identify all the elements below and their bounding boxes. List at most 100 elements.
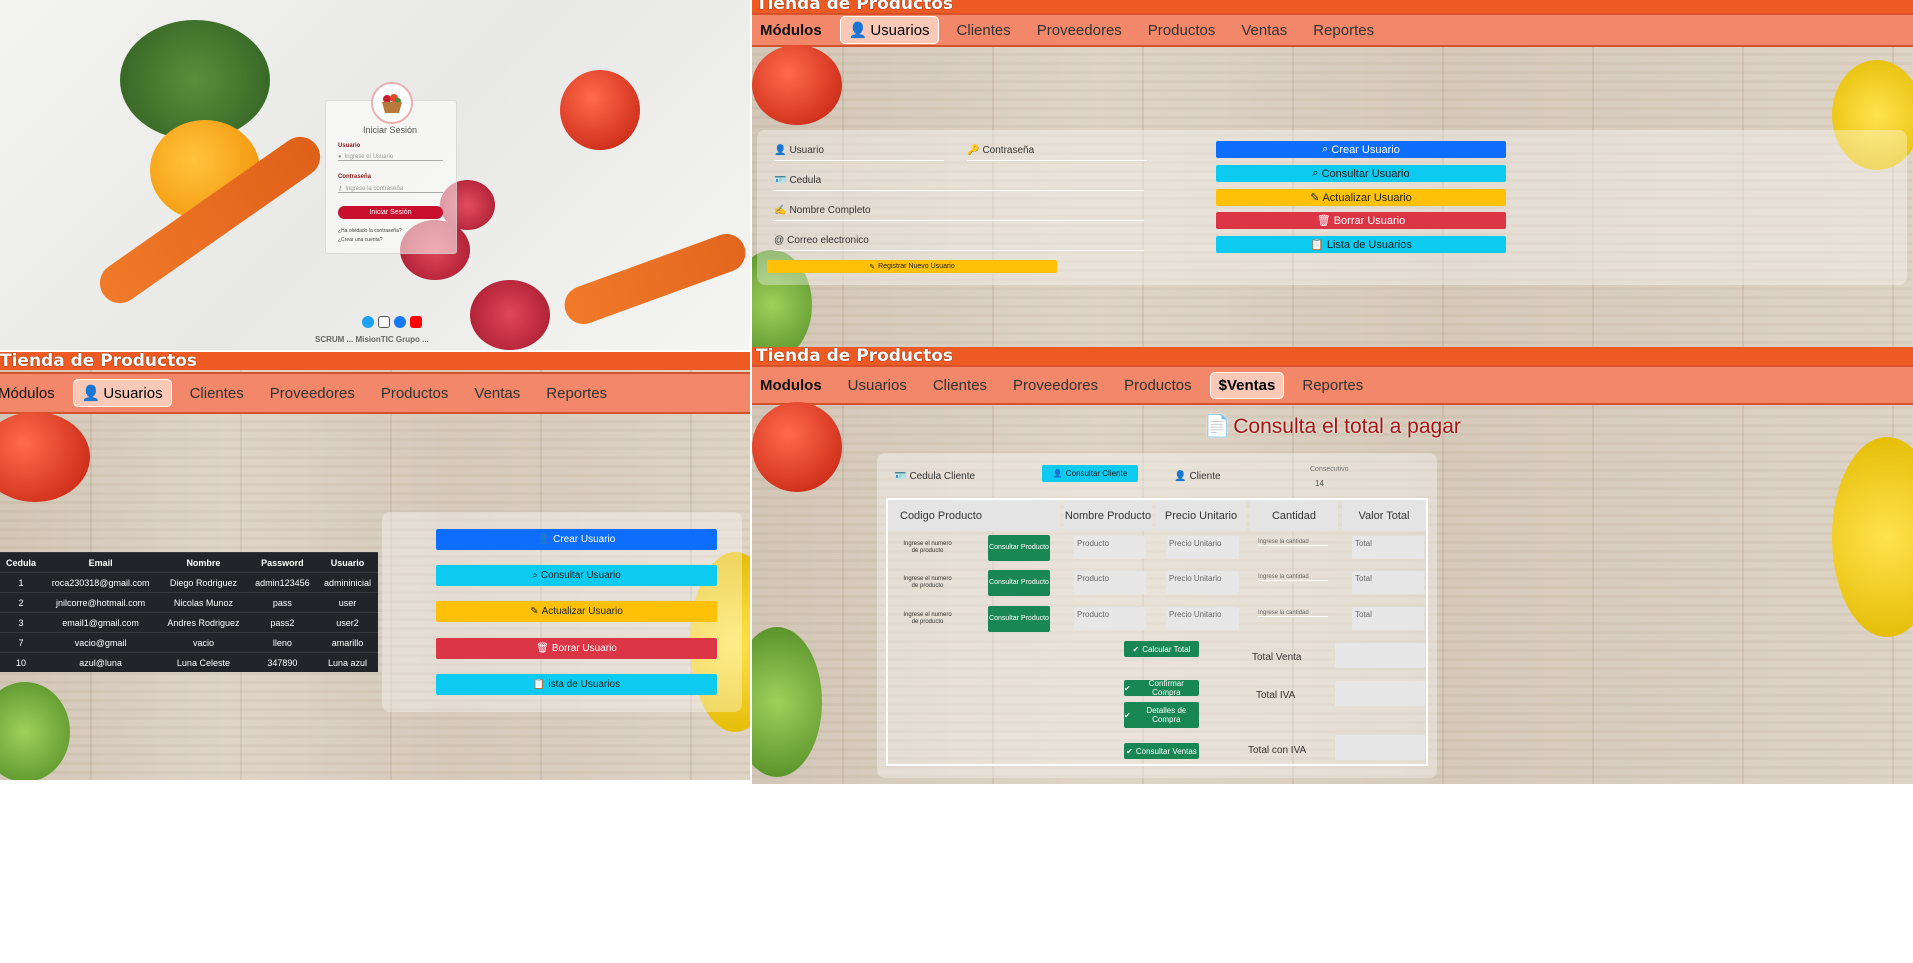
usuario-underline [774, 160, 944, 161]
nav-usuarios[interactable]: Usuarios [840, 373, 915, 398]
at-icon: @ [774, 235, 785, 246]
instagram-icon[interactable] [378, 316, 390, 328]
nav-reportes[interactable]: Reportes [538, 381, 615, 406]
crear-usuario-button[interactable]: 👤 Crear Usuario [436, 529, 717, 550]
lista-usuarios-button[interactable]: 📋 Lista de Usuarios [1216, 236, 1506, 253]
nav-productos[interactable]: Productos [373, 381, 457, 406]
edit-icon: ✎ [530, 606, 539, 617]
login-pass-input[interactable]: ⚷ Ingrese la contraseña [338, 185, 443, 193]
consultar-producto-button[interactable]: Consultar Producto [988, 606, 1050, 632]
cedula-cliente-field[interactable]: 🪪 Cedula Cliente [894, 471, 975, 482]
crear-usuario-button[interactable]: ⌕ Crear Usuario [1216, 141, 1506, 158]
usuario-field[interactable]: 👤 Usuario [774, 145, 824, 156]
table-cell: admin123456 [247, 572, 318, 593]
codigo-input[interactable]: Ingrese el numero de producto [900, 612, 955, 626]
user-icon: 👤 [1052, 469, 1063, 478]
nav-reportes[interactable]: Reportes [1294, 373, 1371, 398]
calcular-total-button[interactable]: ✔ Calcular Total [1124, 641, 1199, 657]
codigo-input[interactable]: Ingrese el numero de producto [900, 576, 955, 590]
twitter-icon[interactable] [362, 316, 374, 328]
login-user-input[interactable]: ● Ingrese el Usuario [338, 154, 443, 161]
confirmar-compra-button[interactable]: ✔ Confirmar Compra [1124, 679, 1199, 697]
login-screen: Iniciar Sesión Usuario ● Ingrese el Usuar… [0, 0, 750, 350]
cantidad-input[interactable]: Ingrese la cantidad [1258, 610, 1328, 617]
cedula-field[interactable]: 🪪 Cedula [774, 175, 821, 186]
total-field[interactable]: Total [1352, 571, 1424, 594]
actualizar-usuario-button[interactable]: ✎ Actualizar Usuario [436, 601, 717, 622]
nav-proveedores[interactable]: Proveedores [262, 381, 363, 406]
table-cell: Nicolas Munoz [159, 592, 248, 613]
codigo-input[interactable]: Ingrese el numero de producto [900, 541, 955, 555]
contrasena-field[interactable]: 🔑 Contraseña [967, 145, 1034, 156]
borrar-usuario-button[interactable]: 🗑 Borrar Usuario [1216, 212, 1506, 229]
nav-usuarios[interactable]: 👤 Usuarios [839, 16, 939, 44]
registrar-usuario-button[interactable]: ✎ Registrar Nuevo Usuario [767, 260, 1057, 273]
nav-ventas[interactable]: Ventas [466, 381, 528, 406]
forgot-password-link[interactable]: ¿Ha olvidado la contraseña? [338, 228, 402, 234]
consultar-usuario-button[interactable]: ⌕ Consultar Usuario [436, 565, 717, 586]
precio-field[interactable]: Precio Unitario [1166, 607, 1239, 630]
col-header: Codigo Producto [888, 500, 1060, 531]
confirmar-compra-label: Confirmar Compra [1148, 679, 1184, 697]
nav-clientes[interactable]: Clientes [949, 18, 1019, 43]
consultar-ventas-button[interactable]: ✔ Consultar Ventas [1124, 743, 1199, 759]
borrar-usuario-button[interactable]: 🗑 Borrar Usuario [436, 638, 717, 659]
nombre-field[interactable]: ✍ Nombre Completo [774, 205, 871, 216]
consultar-ventas-label: Consultar Ventas [1135, 746, 1197, 756]
total-field[interactable]: Total [1352, 607, 1424, 630]
detalles-compra-button[interactable]: ✔ Detalles de Compra [1124, 702, 1199, 728]
create-account-link[interactable]: ¿Crear una cuenta? [338, 237, 382, 243]
nav-brand[interactable]: Módulos [752, 18, 830, 43]
login-pass-placeholder: Ingrese la contraseña [345, 186, 404, 192]
total-field[interactable]: Total [1352, 536, 1424, 559]
nav-clientes[interactable]: Clientes [182, 381, 252, 406]
producto-field[interactable]: Producto [1074, 571, 1146, 594]
nav-ventas[interactable]: Ventas [1233, 18, 1295, 43]
user-icon: ● [338, 154, 342, 160]
search-icon: ⌕ [1312, 167, 1319, 179]
login-submit-button[interactable]: Iniciar Sesión [338, 206, 443, 219]
nav-clientes[interactable]: Clientes [925, 373, 995, 398]
facebook-icon[interactable] [394, 316, 406, 328]
total-venta-field[interactable] [1335, 643, 1425, 668]
nav-proveedores[interactable]: Proveedores [1029, 18, 1130, 43]
nav-usuarios[interactable]: 👤 Usuarios [72, 379, 172, 407]
nav-reportes[interactable]: Reportes [1305, 18, 1382, 43]
id-card-icon: 🪪 [894, 471, 907, 482]
nav-proveedores[interactable]: Proveedores [1005, 373, 1106, 398]
table-cell: Luna Celeste [159, 652, 248, 672]
table-cell: Andres Rodriguez [159, 612, 248, 633]
nav-brand[interactable]: Módulos [0, 381, 63, 406]
total-iva-field[interactable] [1335, 681, 1425, 706]
cliente-field[interactable]: 👤 Cliente [1174, 471, 1221, 482]
col-header: Cantidad [1250, 500, 1338, 531]
nav-brand[interactable]: Modulos [752, 373, 830, 398]
nav-productos[interactable]: Productos [1140, 18, 1224, 43]
main-nav: Modulos Usuarios Clientes Proveedores Pr… [752, 365, 1913, 405]
tomato-decoration [752, 45, 842, 125]
cantidad-input[interactable]: Ingrese la cantidad [1258, 539, 1328, 546]
correo-label: Correo electronico [787, 235, 869, 246]
total-con-iva-field[interactable] [1335, 735, 1425, 760]
lista-usuarios-button[interactable]: 📋 ista de Usuarios [436, 674, 717, 695]
user-icon: 👤 [1174, 471, 1187, 482]
consultar-producto-button[interactable]: Consultar Producto [988, 535, 1050, 561]
cedula-label: Cedula [789, 175, 822, 186]
correo-field[interactable]: @ Correo electronico [774, 235, 869, 246]
nav-productos[interactable]: Productos [1116, 373, 1200, 398]
consultar-cliente-button[interactable]: 👤 Consultar Cliente [1042, 465, 1138, 482]
producto-field[interactable]: Producto [1074, 536, 1146, 559]
consultar-producto-button[interactable]: Consultar Producto [988, 570, 1050, 596]
precio-field[interactable]: Precio Unitario [1166, 571, 1239, 594]
consultar-usuario-button[interactable]: ⌕ Consultar Usuario [1216, 165, 1506, 182]
cedula-underline [774, 190, 1144, 191]
actualizar-usuario-button[interactable]: ✎ Actualizar Usuario [1216, 189, 1506, 206]
precio-field[interactable]: Precio Unitario [1166, 536, 1239, 559]
nav-ventas[interactable]: $Ventas [1209, 371, 1285, 399]
youtube-icon[interactable] [410, 316, 422, 328]
consultar-producto-label: Consultar Producto [989, 544, 1049, 551]
cantidad-input[interactable]: Ingrese la cantidad [1258, 574, 1328, 581]
total-con-iva-label: Total con IVA [1248, 745, 1307, 756]
login-pass-label: Contraseña [338, 174, 372, 180]
producto-field[interactable]: Producto [1074, 607, 1146, 630]
